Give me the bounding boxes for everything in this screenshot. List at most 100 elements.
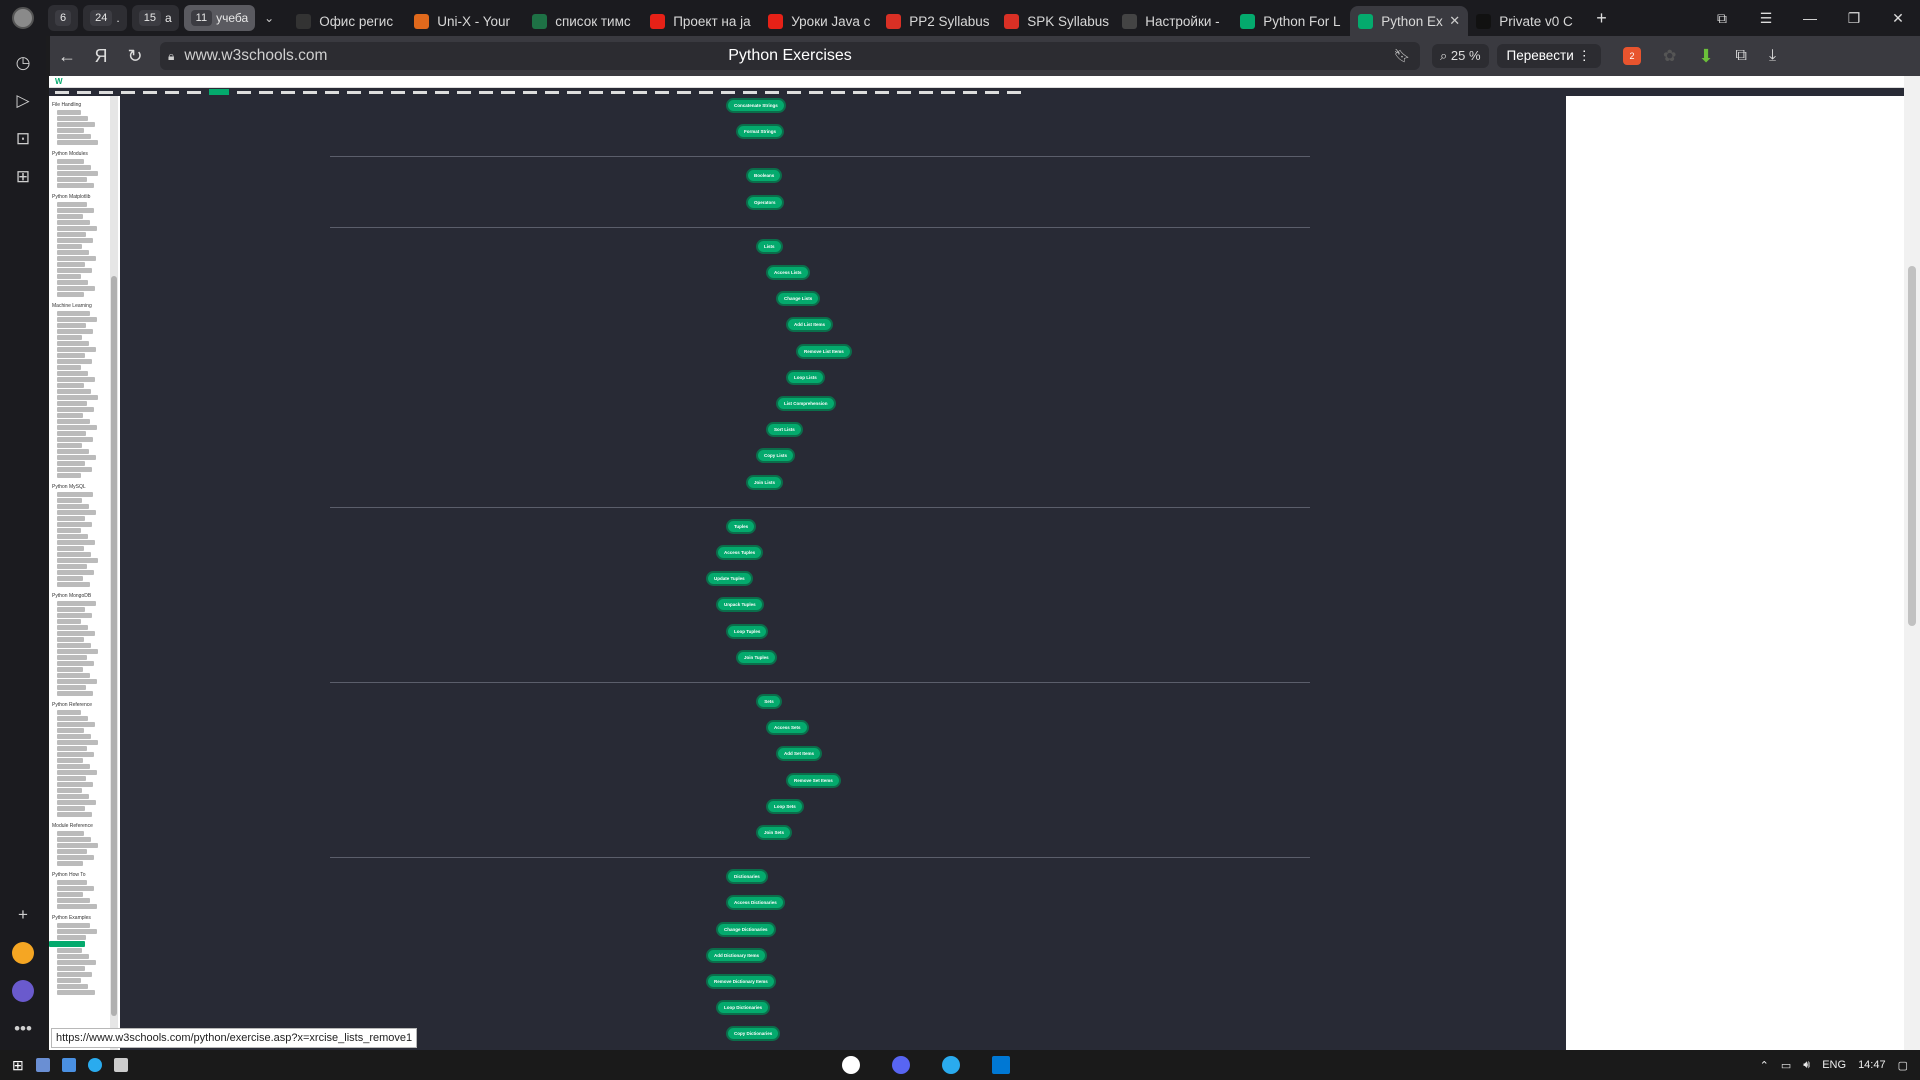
topic-nav-link[interactable] xyxy=(479,90,493,94)
menu-icon[interactable]: ☰ xyxy=(1744,10,1788,27)
sidebar-item[interactable] xyxy=(57,929,97,934)
notifications-icon[interactable]: ▢ xyxy=(1898,1059,1908,1072)
sidebar-item[interactable] xyxy=(57,510,96,515)
sidebar-item[interactable] xyxy=(57,984,88,989)
topic-nav-link[interactable] xyxy=(633,90,647,94)
clock[interactable]: 14:47 xyxy=(1858,1059,1886,1071)
browser-tab[interactable]: Python For L xyxy=(1232,6,1350,36)
exercise-node[interactable]: Booleans xyxy=(748,170,781,182)
topic-nav-link[interactable] xyxy=(567,90,581,94)
sidebar-item[interactable] xyxy=(57,607,85,612)
sidebar-item[interactable] xyxy=(57,347,96,352)
sidebar-item[interactable] xyxy=(57,710,81,715)
browser-tab[interactable]: Private v0 C xyxy=(1468,6,1586,36)
exercise-node[interactable]: Add Dictionary Items xyxy=(708,949,766,961)
bookmark-icon[interactable]: 🔖︎ xyxy=(1393,48,1410,64)
profile-avatar[interactable] xyxy=(12,7,34,29)
volume-icon[interactable]: 🔊︎ xyxy=(1803,1059,1810,1072)
topic-nav-link[interactable] xyxy=(897,90,911,94)
exercise-node[interactable]: Loop Sets xyxy=(768,800,802,812)
sidebar-item[interactable] xyxy=(57,935,86,940)
minimize-button[interactable]: — xyxy=(1788,10,1832,26)
browser-tab[interactable]: Офис регис xyxy=(288,6,406,36)
sidebar-item[interactable] xyxy=(57,601,96,606)
sidebar-item[interactable] xyxy=(57,134,91,139)
sidebar-item[interactable] xyxy=(57,371,88,376)
sidebar-item[interactable] xyxy=(57,377,95,382)
exercise-node[interactable]: Copy Lists xyxy=(758,450,794,462)
exercise-node[interactable]: Access Tuples xyxy=(718,547,762,558)
topic-nav-link[interactable] xyxy=(259,90,273,94)
sidebar-item[interactable] xyxy=(57,776,86,781)
sidebar-item[interactable] xyxy=(57,679,97,684)
topic-nav-link[interactable] xyxy=(721,90,735,94)
topic-nav-link[interactable] xyxy=(325,90,339,94)
close-window-button[interactable]: ✕ xyxy=(1876,10,1920,27)
language-indicator[interactable]: ENG xyxy=(1822,1059,1846,1071)
sidebar-item[interactable] xyxy=(57,528,81,533)
page-scrollbar[interactable] xyxy=(1904,76,1920,1050)
sidebar-item[interactable] xyxy=(57,365,81,370)
sidebar-item[interactable] xyxy=(57,948,82,953)
sidebar-item[interactable] xyxy=(57,534,88,539)
sidebar-item[interactable] xyxy=(57,892,83,897)
sidebar-item[interactable] xyxy=(57,764,90,769)
sidebar-item[interactable] xyxy=(57,812,92,817)
sidebar-item[interactable] xyxy=(57,395,98,400)
tab-group-3[interactable]: 15 а xyxy=(131,5,179,31)
exercise-node[interactable]: Remove List Items xyxy=(798,345,850,357)
topic-nav-link[interactable] xyxy=(143,90,157,94)
topic-nav-link[interactable] xyxy=(77,90,91,94)
exercise-node[interactable]: Access Lists xyxy=(768,267,808,278)
sidebar-item[interactable] xyxy=(57,564,87,569)
sidebar-item[interactable] xyxy=(57,226,97,231)
sidebar-item[interactable] xyxy=(57,280,88,285)
new-tab-button[interactable]: + xyxy=(1596,8,1607,29)
more-icon[interactable]: ••• xyxy=(12,1018,34,1040)
sidebar-item[interactable] xyxy=(57,649,98,654)
sidebar-item[interactable] xyxy=(57,722,95,727)
sidebar-item[interactable] xyxy=(57,461,85,466)
sidebar-item[interactable] xyxy=(57,323,86,328)
sidebar-item[interactable] xyxy=(57,625,88,630)
sidebar-item[interactable] xyxy=(57,716,88,721)
tab-group-2[interactable]: 24. xyxy=(83,5,127,31)
sidebar-item[interactable] xyxy=(57,728,84,733)
sidebar-item[interactable] xyxy=(57,843,98,848)
sidebar-scroll-thumb[interactable] xyxy=(111,276,117,1016)
network-icon[interactable]: ▭ xyxy=(1781,1059,1791,1072)
sidebar-item[interactable] xyxy=(57,208,94,213)
topic-nav-link[interactable] xyxy=(875,90,889,94)
sidebar-item[interactable] xyxy=(57,855,94,860)
sidebar-item[interactable] xyxy=(57,806,85,811)
sidebar-item[interactable] xyxy=(57,335,82,340)
yandex-icon[interactable]: Я xyxy=(84,46,118,67)
topic-nav-link[interactable] xyxy=(347,90,361,94)
sidebar-item[interactable] xyxy=(57,413,83,418)
sidebar-item[interactable] xyxy=(57,849,87,854)
browser-tab[interactable]: Уроки Java с xyxy=(760,6,878,36)
topic-nav-link[interactable] xyxy=(677,90,691,94)
exercise-node[interactable]: Sort Lists xyxy=(768,424,801,436)
topic-nav-link[interactable] xyxy=(787,90,801,94)
sidebar-item[interactable] xyxy=(57,116,88,121)
sidebar-item[interactable] xyxy=(57,455,96,460)
sidebar-item[interactable] xyxy=(57,570,94,575)
browser-tab[interactable]: список тимс xyxy=(524,6,642,36)
exercise-node[interactable]: Unpack Tuples xyxy=(718,599,762,611)
sidebar-item[interactable] xyxy=(57,960,96,965)
sidebar-item[interactable] xyxy=(57,159,84,164)
exercise-node[interactable]: Join Tuples xyxy=(738,651,775,663)
sidebar-item[interactable] xyxy=(57,831,84,836)
topic-nav-link[interactable] xyxy=(765,90,779,94)
sidebar-item[interactable] xyxy=(57,552,91,557)
sidebar-item[interactable] xyxy=(57,140,98,145)
sidebar-item[interactable] xyxy=(57,274,81,279)
sidebar-item[interactable] xyxy=(57,311,90,316)
sidebar-item[interactable] xyxy=(57,752,94,757)
sidebar-item[interactable] xyxy=(57,473,81,478)
sidebar-item[interactable] xyxy=(57,923,90,928)
sidebar-item[interactable] xyxy=(57,619,81,624)
sidebar-item[interactable] xyxy=(57,576,83,581)
taskbar-app-icon[interactable] xyxy=(35,1058,50,1072)
